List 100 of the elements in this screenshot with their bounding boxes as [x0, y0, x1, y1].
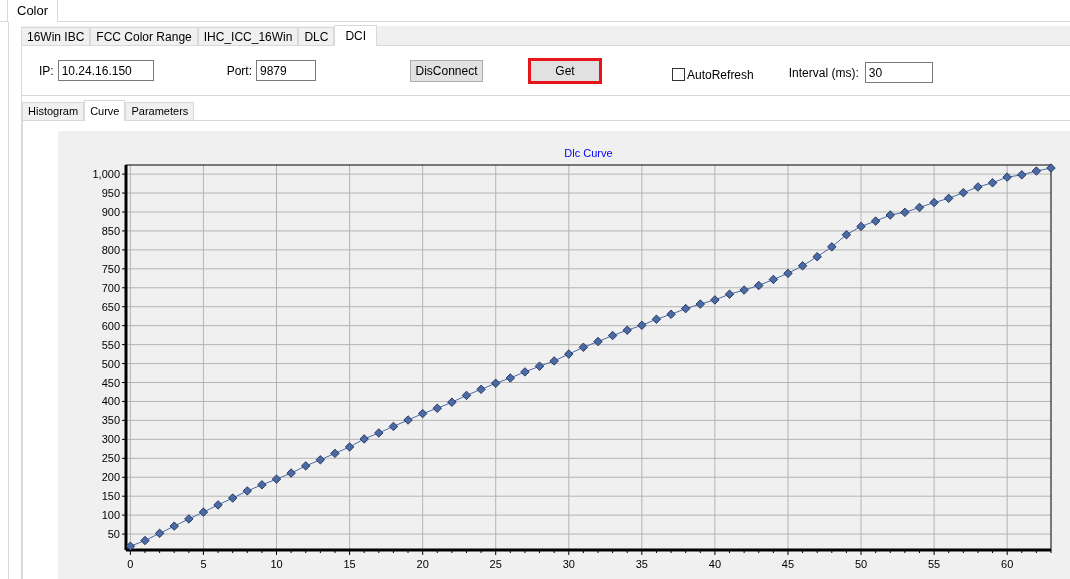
data-point	[140, 535, 150, 546]
data-point	[593, 336, 603, 347]
port-field[interactable]: 9879	[256, 60, 316, 81]
data-point	[944, 193, 954, 203]
data-point	[418, 408, 428, 419]
tab[interactable]: Histogram	[22, 102, 85, 120]
x-tick-label: 40	[708, 558, 722, 570]
interval-field[interactable]: 30	[864, 62, 933, 83]
y-tick-label: 200	[101, 471, 120, 484]
data-point	[578, 342, 589, 352]
data-point	[374, 428, 384, 438]
auto-refresh-checkbox[interactable]	[672, 68, 685, 81]
tab[interactable]: DLC	[298, 27, 335, 45]
data-point	[447, 397, 457, 407]
y-tick-label: 400	[101, 395, 120, 408]
data-point	[622, 325, 632, 335]
y-tick-label: 100	[101, 509, 120, 522]
data-point	[856, 221, 866, 232]
ip-label: IP:	[39, 62, 54, 80]
get-button[interactable]: Get	[528, 57, 602, 84]
data-point	[797, 261, 808, 271]
y-tick-label: 1,000	[92, 168, 120, 181]
y-tick-label: 800	[101, 243, 120, 256]
x-tick-label: 55	[927, 558, 941, 570]
data-point	[286, 468, 296, 478]
data-point	[987, 178, 998, 188]
interval-label: Interval (ms):	[788, 64, 859, 82]
data-point	[783, 268, 793, 278]
data-point	[505, 373, 515, 383]
y-tick-label: 700	[101, 281, 120, 294]
data-point	[841, 230, 852, 240]
x-tick-label: 20	[416, 558, 429, 570]
y-tick-label: 650	[101, 300, 120, 313]
data-point	[271, 474, 282, 484]
tab[interactable]: IHC_ICC_16Win	[197, 27, 299, 45]
data-point	[812, 252, 822, 262]
data-point	[432, 403, 442, 413]
y-tick-label: 450	[101, 376, 120, 389]
tab[interactable]: Parameters	[125, 102, 195, 120]
data-point	[1002, 172, 1012, 182]
data-point	[973, 182, 983, 192]
data-point	[885, 210, 895, 220]
port-label: Port:	[226, 62, 252, 80]
data-point	[681, 303, 691, 314]
y-tick-label: 900	[101, 206, 120, 218]
x-tick-label: 30	[562, 558, 575, 570]
x-tick-label: 50	[854, 558, 868, 570]
data-point	[871, 216, 881, 226]
data-point	[344, 442, 355, 452]
x-tick-label: 45	[781, 558, 795, 570]
y-tick-label: 250	[101, 452, 120, 465]
x-tick-label: 25	[489, 558, 502, 570]
data-point	[359, 434, 369, 444]
x-tick-label: 5	[200, 558, 207, 570]
data-point	[228, 493, 238, 503]
tab[interactable]: Color	[8, 0, 59, 22]
data-point	[929, 197, 939, 208]
data-point	[1046, 163, 1056, 173]
data-point	[301, 461, 311, 471]
data-point	[534, 361, 545, 371]
y-tick-label: 850	[101, 224, 120, 237]
data-point	[914, 202, 925, 213]
auto-refresh-label: AutoRefresh	[687, 66, 754, 84]
data-point	[637, 320, 647, 330]
data-point	[739, 285, 749, 295]
y-tick-label: 300	[101, 433, 120, 446]
data-point	[754, 280, 764, 291]
y-tick-label: 50	[107, 528, 120, 541]
data-point	[710, 295, 720, 305]
x-tick-label: 35	[635, 558, 648, 570]
data-point	[491, 378, 501, 388]
data-point	[169, 521, 179, 531]
data-point	[695, 299, 705, 309]
data-point	[666, 309, 676, 319]
tab[interactable]: DCI	[334, 25, 378, 46]
data-point	[564, 349, 574, 359]
data-point	[213, 500, 223, 510]
ip-field[interactable]: 10.24.16.150	[57, 60, 154, 81]
y-tick-label: 550	[101, 338, 120, 351]
data-point	[958, 188, 968, 198]
chart-title: Dlc Curve	[564, 147, 613, 159]
data-point	[198, 507, 209, 517]
data-point	[154, 528, 165, 538]
data-point	[257, 480, 267, 490]
data-point	[827, 242, 837, 252]
tab[interactable]: FCC Color Range	[90, 27, 198, 45]
data-point	[461, 390, 472, 401]
data-point	[242, 486, 252, 496]
y-tick-label: 350	[101, 414, 120, 427]
data-point	[476, 384, 486, 394]
data-point	[330, 448, 340, 458]
data-point	[900, 207, 910, 217]
data-point	[315, 455, 325, 465]
data-point	[549, 356, 559, 366]
tab[interactable]: Curve	[84, 100, 126, 121]
x-tick-label: 15	[343, 558, 356, 570]
data-point	[125, 541, 136, 551]
disconnect-button[interactable]: DisConnect	[410, 59, 483, 82]
tab[interactable]: 16Win IBC	[21, 27, 91, 45]
data-point	[388, 421, 399, 432]
